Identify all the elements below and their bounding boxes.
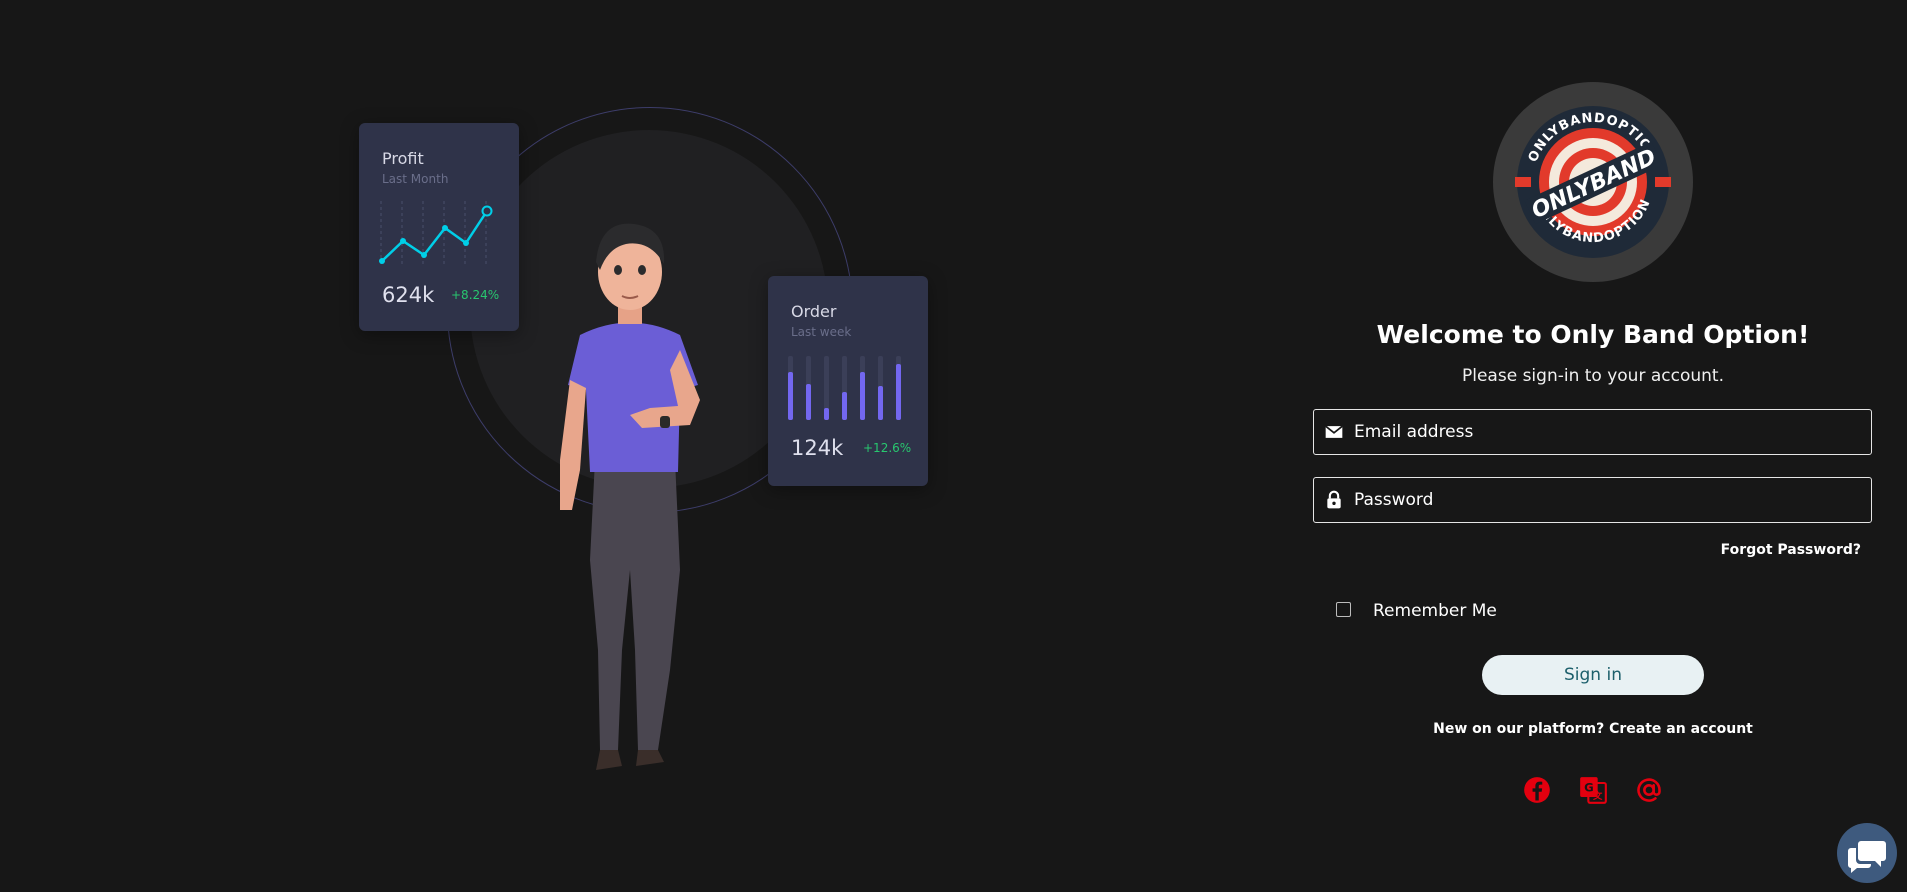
order-card-delta: +12.6% bbox=[863, 441, 912, 455]
character-illustration bbox=[560, 223, 700, 770]
profit-card: Profit Last Month 624k +8.24% bbox=[359, 123, 519, 331]
forgot-password-link[interactable]: Forgot Password? bbox=[1721, 542, 1861, 558]
envelope-icon bbox=[1325, 425, 1343, 438]
email-input[interactable] bbox=[1354, 410, 1854, 454]
profit-card-subtitle: Last Month bbox=[382, 172, 449, 186]
svg-text:文: 文 bbox=[1592, 790, 1603, 802]
email-field[interactable] bbox=[1313, 409, 1872, 455]
page-title: Welcome to Only Band Option! bbox=[1376, 320, 1810, 349]
profit-card-title: Profit bbox=[382, 149, 424, 168]
order-card: Order Last week 124k +12.6% bbox=[768, 276, 928, 486]
facebook-icon[interactable] bbox=[1523, 776, 1551, 804]
create-account-link[interactable]: New on our platform? Create an account bbox=[1300, 721, 1886, 737]
profit-sparkline bbox=[379, 201, 493, 267]
hero-illustration: Profit Last Month 624k +8.24% Order Last… bbox=[0, 0, 1100, 892]
password-input[interactable] bbox=[1354, 478, 1854, 522]
order-card-value: 124k bbox=[791, 436, 844, 460]
login-panel: ONLYBANDOPTION ONLYBANDOPTION ONLYBAND W… bbox=[1300, 0, 1907, 892]
brand-logo: ONLYBANDOPTION ONLYBANDOPTION ONLYBAND bbox=[1493, 82, 1693, 282]
google-translate-icon[interactable]: G 文 bbox=[1579, 776, 1607, 804]
lock-icon bbox=[1327, 490, 1341, 509]
at-sign-icon[interactable] bbox=[1635, 776, 1663, 804]
chat-widget-button[interactable] bbox=[1837, 823, 1897, 883]
sign-in-button[interactable]: Sign in bbox=[1482, 655, 1704, 695]
order-card-title: Order bbox=[791, 302, 837, 321]
order-card-subtitle: Last week bbox=[791, 325, 852, 339]
order-bar-chart bbox=[788, 356, 901, 420]
remember-me-checkbox[interactable] bbox=[1336, 602, 1351, 617]
profit-card-delta: +8.24% bbox=[451, 288, 500, 302]
profit-card-value: 624k bbox=[382, 283, 435, 307]
remember-me-label: Remember Me bbox=[1373, 601, 1497, 621]
brand-logo-emblem: ONLYBANDOPTION ONLYBANDOPTION ONLYBAND bbox=[1515, 106, 1671, 258]
chat-icon bbox=[1848, 841, 1886, 873]
page-subtitle: Please sign-in to your account. bbox=[1462, 366, 1724, 386]
password-field[interactable] bbox=[1313, 477, 1872, 523]
